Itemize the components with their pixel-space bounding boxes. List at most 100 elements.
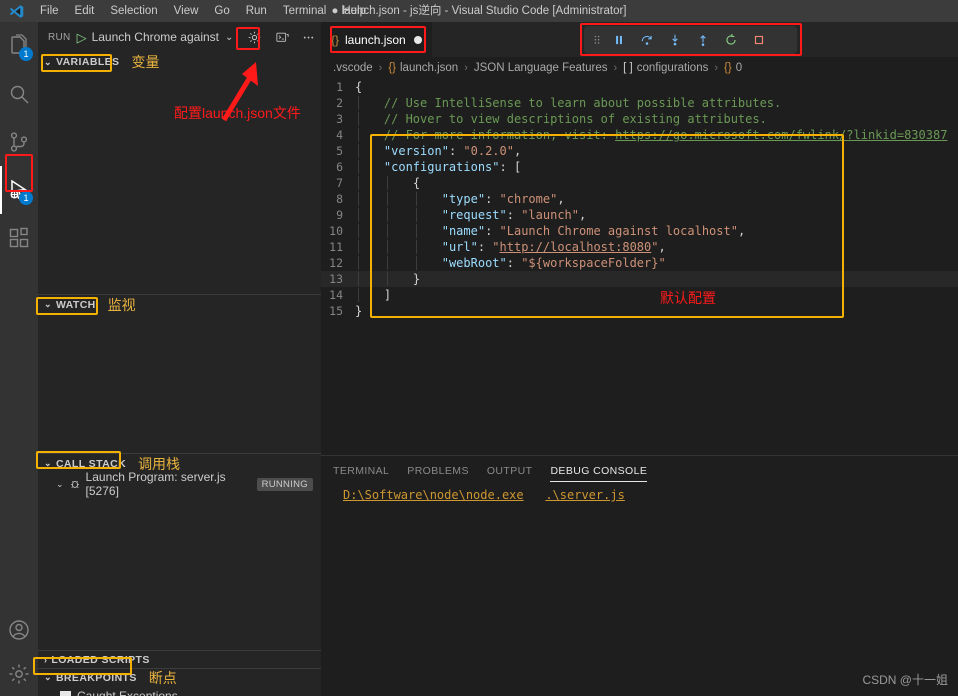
call-stack-session-row[interactable]: ⌄ Launch Program: server.js [5276] RUNNI… <box>38 470 321 498</box>
chevron-down-icon[interactable]: ⌄ <box>225 32 233 43</box>
indent-guide: │ <box>355 224 384 238</box>
start-debugging-icon[interactable]: ▷ <box>77 31 87 44</box>
code-token: http://localhost:8080 <box>499 240 652 254</box>
breadcrumb-item-launch-json[interactable]: launch.json <box>400 62 458 74</box>
code-line-text: │ │ │ "url": "http://localhost:8080", <box>355 239 666 255</box>
pane-header-watch[interactable]: ⌄ WATCH 监视 <box>38 294 321 314</box>
menu-terminal[interactable]: Terminal <box>275 0 334 22</box>
panel-tab-debug-console[interactable]: DEBUG CONSOLE <box>550 456 648 486</box>
activity-item-extensions[interactable] <box>0 214 38 262</box>
annotation-variables-cn: 变量 <box>131 54 160 70</box>
console-node-exe-path[interactable]: D:\Software\node\node.exe <box>343 488 524 502</box>
activity-item-run-and-debug[interactable]: 1 <box>0 166 38 214</box>
call-stack-pane-filler <box>38 495 321 650</box>
code-line: 13 │ │ } <box>321 271 958 287</box>
breadcrumb-item-index[interactable]: 0 <box>736 62 742 74</box>
menu-go[interactable]: Go <box>206 0 237 22</box>
line-number: 6 <box>336 160 343 174</box>
indent-guide: │ <box>412 240 442 254</box>
tab-launch-json[interactable]: {} launch.json <box>321 22 432 57</box>
code-line: 14 │ ] <box>321 287 958 303</box>
debug-stop-button[interactable] <box>746 28 772 52</box>
menu-run[interactable]: Run <box>238 0 275 22</box>
debug-step-into-button[interactable] <box>662 28 688 52</box>
activity-item-search[interactable] <box>0 70 38 118</box>
code-line-text: │ │ { <box>355 175 420 191</box>
debug-restart-button[interactable] <box>718 28 744 52</box>
debug-step-out-button[interactable] <box>690 28 716 52</box>
code-token: : <box>485 224 500 238</box>
debug-config-selector[interactable]: Launch Chrome against <box>92 30 219 44</box>
annotation-watch-cn: 监视 <box>107 296 136 313</box>
code-token: : <box>485 192 500 206</box>
title-bar: File Edit Selection View Go Run Terminal… <box>0 0 958 22</box>
breadcrumb-object-icon: {} <box>724 62 732 74</box>
panel-tab-output[interactable]: OUTPUT <box>487 456 533 486</box>
activity-item-settings[interactable] <box>0 652 38 696</box>
debug-step-over-button[interactable] <box>634 28 660 52</box>
code-token: "0.2.0" <box>463 144 514 158</box>
chevron-down-icon: ⌄ <box>44 56 52 67</box>
indent-guide: │ <box>383 208 413 222</box>
menu-selection[interactable]: Selection <box>102 0 165 22</box>
code-line: 10 │ │ │ "name": "Launch Chrome against l… <box>321 223 958 239</box>
activity-item-accounts[interactable] <box>0 608 38 652</box>
activity-item-explorer[interactable]: 1 <box>0 22 38 70</box>
grip-dots-icon[interactable] <box>590 34 604 47</box>
code-token: "version" <box>383 144 449 158</box>
chevron-down-icon: ⌄ <box>44 299 52 309</box>
code-token: , <box>513 144 522 158</box>
debug-pause-button[interactable] <box>606 28 632 52</box>
breadcrumb-item-json-language-features[interactable]: JSON Language Features <box>474 62 608 74</box>
breadcrumb-item-configurations[interactable]: configurations <box>637 62 709 74</box>
run-debug-badge: 1 <box>19 191 33 205</box>
line-number: 11 <box>329 240 343 254</box>
code-token: } <box>355 304 363 318</box>
debug-console-output: D:\Software\node\node.exe .\server.js <box>321 486 958 504</box>
breadcrumb-separator-icon: › <box>464 62 468 74</box>
code-token: , <box>658 240 666 254</box>
code-token: "request" <box>441 208 507 222</box>
breakpoint-checkbox[interactable] <box>60 690 71 696</box>
indent-guide: │ <box>383 192 413 206</box>
open-launch-json-gear-icon[interactable] <box>243 26 265 48</box>
more-actions-ellipsis-icon[interactable] <box>297 26 319 48</box>
console-script-arg[interactable]: .\server.js <box>545 488 624 502</box>
open-debug-console-icon[interactable] <box>271 26 293 48</box>
code-line: 7 │ │ { <box>321 175 958 191</box>
indent-guide: │ <box>355 192 384 206</box>
breadcrumb-item-vscode[interactable]: .vscode <box>333 62 373 74</box>
menu-help[interactable]: Help <box>334 0 374 22</box>
chevron-down-icon[interactable]: ⌄ <box>56 479 64 490</box>
code-line-text: │ │ │ "request": "launch", <box>355 207 586 223</box>
line-number: 3 <box>336 112 343 126</box>
code-line-text: │ │ │ "type": "chrome", <box>355 191 565 207</box>
menu-file[interactable]: File <box>32 0 67 22</box>
indent-guide: │ <box>412 224 442 238</box>
breakpoint-item-caught-exceptions[interactable]: Caught Exceptions <box>38 686 321 696</box>
breadcrumb: .vscode › {} launch.json › JSON Language… <box>321 57 958 79</box>
pane-header-loaded-scripts[interactable]: › LOADED SCRIPTS <box>38 650 321 668</box>
panel-tab-terminal[interactable]: TERMINAL <box>333 456 389 486</box>
code-token: : <box>506 256 522 270</box>
code-editor[interactable]: 1{2 │ // Use IntelliSense to learn about … <box>321 79 958 481</box>
pane-title-loaded-scripts: LOADED SCRIPTS <box>51 653 150 666</box>
menu-edit[interactable]: Edit <box>67 0 103 22</box>
code-token: "chrome" <box>499 192 558 206</box>
menu-view[interactable]: View <box>166 0 207 22</box>
code-line: 4 │ // For more information, visit: https… <box>321 127 958 143</box>
panel-tab-problems[interactable]: PROBLEMS <box>407 456 469 486</box>
code-line-text: │ // Use IntelliSense to learn about pos… <box>355 95 781 111</box>
code-line: 1{ <box>321 79 958 95</box>
menu-bar[interactable]: File Edit Selection View Go Run Terminal… <box>32 0 374 22</box>
unsaved-indicator-icon[interactable] <box>413 36 422 44</box>
line-number: 8 <box>336 192 343 206</box>
code-line: 8 │ │ │ "type": "chrome", <box>321 191 958 207</box>
indent-guide: │ <box>412 208 442 222</box>
line-number: 7 <box>336 176 343 190</box>
code-line-text: │ "version": "0.2.0", <box>355 143 521 159</box>
code-line-text: │ // For more information, visit: https:… <box>355 127 947 143</box>
activity-item-source-control[interactable] <box>0 118 38 166</box>
pane-header-variables[interactable]: ⌄ VARIABLES 变量 <box>38 52 321 72</box>
pane-header-breakpoints[interactable]: ⌄ BREAKPOINTS 断点 <box>38 668 321 686</box>
